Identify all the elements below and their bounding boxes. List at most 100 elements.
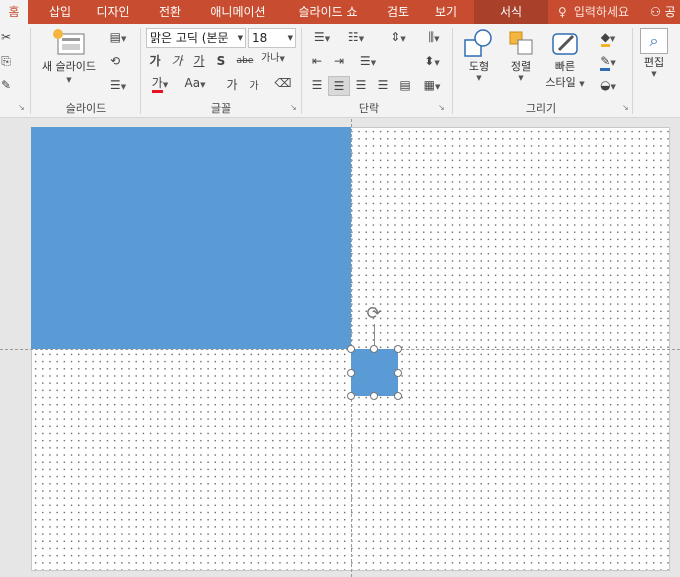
bullets-icon[interactable]: ☰▼ — [308, 30, 336, 46]
quick-styles-label-1: 빠른 — [554, 60, 576, 73]
line-spacing-icon[interactable]: ⇕▼ — [384, 30, 412, 46]
group-separator — [30, 28, 31, 114]
shapes-label: 도형 — [468, 60, 490, 73]
arrange-button[interactable]: 정렬 ▼ — [502, 28, 540, 98]
quick-styles-button[interactable]: 빠른 스타일 ▼ — [540, 28, 590, 98]
font-name-combo[interactable]: 맑은 고딕 (본문 ▼ — [146, 28, 246, 48]
numbering-icon[interactable]: ☷▼ — [342, 30, 370, 46]
align-text-icon[interactable]: ⬍▼ — [418, 54, 446, 70]
bold-button[interactable]: 가 — [148, 54, 162, 68]
editing-label: 편집 — [643, 56, 665, 69]
paragraph-group-label: 단락 — [358, 102, 380, 115]
resize-handle-bottom-right[interactable] — [394, 392, 402, 400]
share-button[interactable]: ⚇ 공 — [650, 0, 676, 24]
font-launcher-icon[interactable]: ↘ — [290, 104, 298, 112]
shape-fill-button[interactable]: ◆▼ — [594, 30, 622, 47]
resize-handle-bottom[interactable] — [370, 392, 378, 400]
distributed-icon[interactable]: ▤ — [396, 78, 414, 92]
paragraph-launcher-icon[interactable]: ↘ — [438, 104, 446, 112]
ribbon-tab-bar: 홈 삽입 디자인 전환 애니메이션 슬라이드 쇼 검토 보기 서식 ♀ 입력하세… — [0, 0, 680, 24]
tell-me-box[interactable]: ♀ 입력하세요 — [558, 0, 629, 24]
arrange-label: 정렬 — [510, 60, 532, 73]
resize-handle-left[interactable] — [347, 369, 355, 377]
drawing-launcher-icon[interactable]: ↘ — [622, 104, 630, 112]
tab-review[interactable]: 검토 — [376, 0, 420, 24]
quick-styles-icon — [552, 33, 578, 55]
resize-handle-top-right[interactable] — [394, 345, 402, 353]
chevron-down-icon: ▼ — [237, 34, 243, 42]
tab-home[interactable]: 홈 — [0, 0, 28, 24]
arrange-icon — [509, 31, 533, 55]
increase-indent-icon[interactable]: ⇥ — [330, 54, 348, 68]
justify-icon[interactable]: ☰ — [374, 78, 392, 92]
effects-icon: ◒ — [600, 78, 611, 92]
shapes-icon — [464, 29, 492, 57]
person-icon: ⚇ — [650, 5, 661, 19]
tab-slideshow[interactable]: 슬라이드 쇼 — [286, 0, 370, 24]
group-separator — [301, 28, 302, 114]
rotate-handle-icon[interactable]: ⟳ — [364, 305, 384, 325]
format-painter-icon[interactable]: ✎ — [0, 78, 12, 92]
new-slide-icon — [53, 29, 85, 55]
char-spacing-button[interactable]: 가나▼ — [258, 52, 288, 66]
font-size-combo[interactable]: 18 ▼ — [248, 28, 296, 48]
change-case-label: Aa — [184, 76, 201, 90]
horizontal-smart-guide — [0, 349, 680, 350]
decrease-indent-icon[interactable]: ⇤ — [308, 54, 326, 68]
blue-rectangle-shape[interactable] — [31, 127, 351, 349]
lightbulb-icon: ♀ — [558, 5, 567, 19]
reset-icon[interactable]: ⟲ — [106, 54, 124, 68]
italic-button[interactable]: 가 — [170, 54, 184, 68]
strikethrough-button[interactable]: abe — [234, 54, 256, 68]
pen-icon: ✎ — [600, 54, 611, 71]
shadow-button[interactable]: S — [214, 54, 228, 68]
resize-handle-bottom-left[interactable] — [347, 392, 355, 400]
group-separator — [452, 28, 453, 114]
tab-animations[interactable]: 애니메이션 — [200, 0, 276, 24]
align-center-icon[interactable]: ☰ — [328, 76, 350, 96]
shape-effects-button[interactable]: ◒▼ — [594, 78, 622, 94]
drawing-group-label: 그리기 — [525, 102, 557, 115]
search-icon: ⌕ — [640, 28, 668, 54]
selected-square-shape[interactable] — [351, 349, 398, 396]
chevron-down-icon: ▼ — [287, 34, 293, 42]
share-label: 공 — [664, 5, 676, 19]
tab-insert[interactable]: 삽입 — [40, 0, 80, 24]
layout-icon[interactable]: ▤▼ — [106, 30, 130, 46]
chevron-down-icon: ▼ — [651, 70, 657, 78]
copy-icon[interactable]: ⎘ — [0, 54, 12, 68]
new-slide-label: 새 슬라이드 — [41, 60, 97, 73]
font-group-label: 글꼴 — [210, 102, 232, 115]
new-slide-button[interactable]: 새 슬라이드 ▼ — [34, 28, 104, 88]
align-right-icon[interactable]: ☰ — [352, 78, 370, 92]
columns-icon[interactable]: ☰▼ — [356, 54, 380, 70]
tab-view[interactable]: 보기 — [426, 0, 466, 24]
chevron-down-icon: ▼ — [476, 74, 482, 82]
change-case-button[interactable]: Aa▼ — [180, 76, 210, 92]
underline-button[interactable]: 가 — [192, 54, 206, 68]
text-direction-icon[interactable]: ⫼▼ — [420, 30, 448, 46]
shrink-font-button[interactable]: 가 — [246, 80, 262, 94]
chevron-down-icon: ▼ — [579, 80, 585, 88]
tab-transitions[interactable]: 전환 — [148, 0, 192, 24]
grow-font-button[interactable]: 가 — [224, 78, 240, 92]
font-color-button[interactable]: 가▼ — [148, 76, 172, 93]
align-left-icon[interactable]: ☰ — [308, 78, 326, 92]
tab-format[interactable]: 서식 — [474, 0, 548, 24]
shapes-button[interactable]: 도형 ▼ — [456, 28, 502, 98]
smartart-icon[interactable]: ▦▼ — [418, 78, 446, 94]
editing-button[interactable]: ⌕ 편집 ▼ — [636, 28, 672, 98]
group-separator — [140, 28, 141, 114]
tab-design[interactable]: 디자인 — [88, 0, 138, 24]
cut-icon[interactable]: ✂ — [0, 30, 12, 44]
quick-styles-label-2: 스타일 — [545, 76, 576, 89]
slides-group-label: 슬라이드 — [65, 102, 107, 115]
resize-handle-top[interactable] — [370, 345, 378, 353]
font-size-value: 18 — [252, 31, 268, 45]
resize-handle-top-left[interactable] — [347, 345, 355, 353]
resize-handle-right[interactable] — [394, 369, 402, 377]
section-icon[interactable]: ☰▼ — [106, 78, 130, 94]
clipboard-launcher-icon[interactable]: ↘ — [18, 104, 26, 112]
clear-formatting-icon[interactable]: ⌫ — [274, 76, 292, 90]
shape-outline-button[interactable]: ✎▼ — [594, 54, 622, 71]
